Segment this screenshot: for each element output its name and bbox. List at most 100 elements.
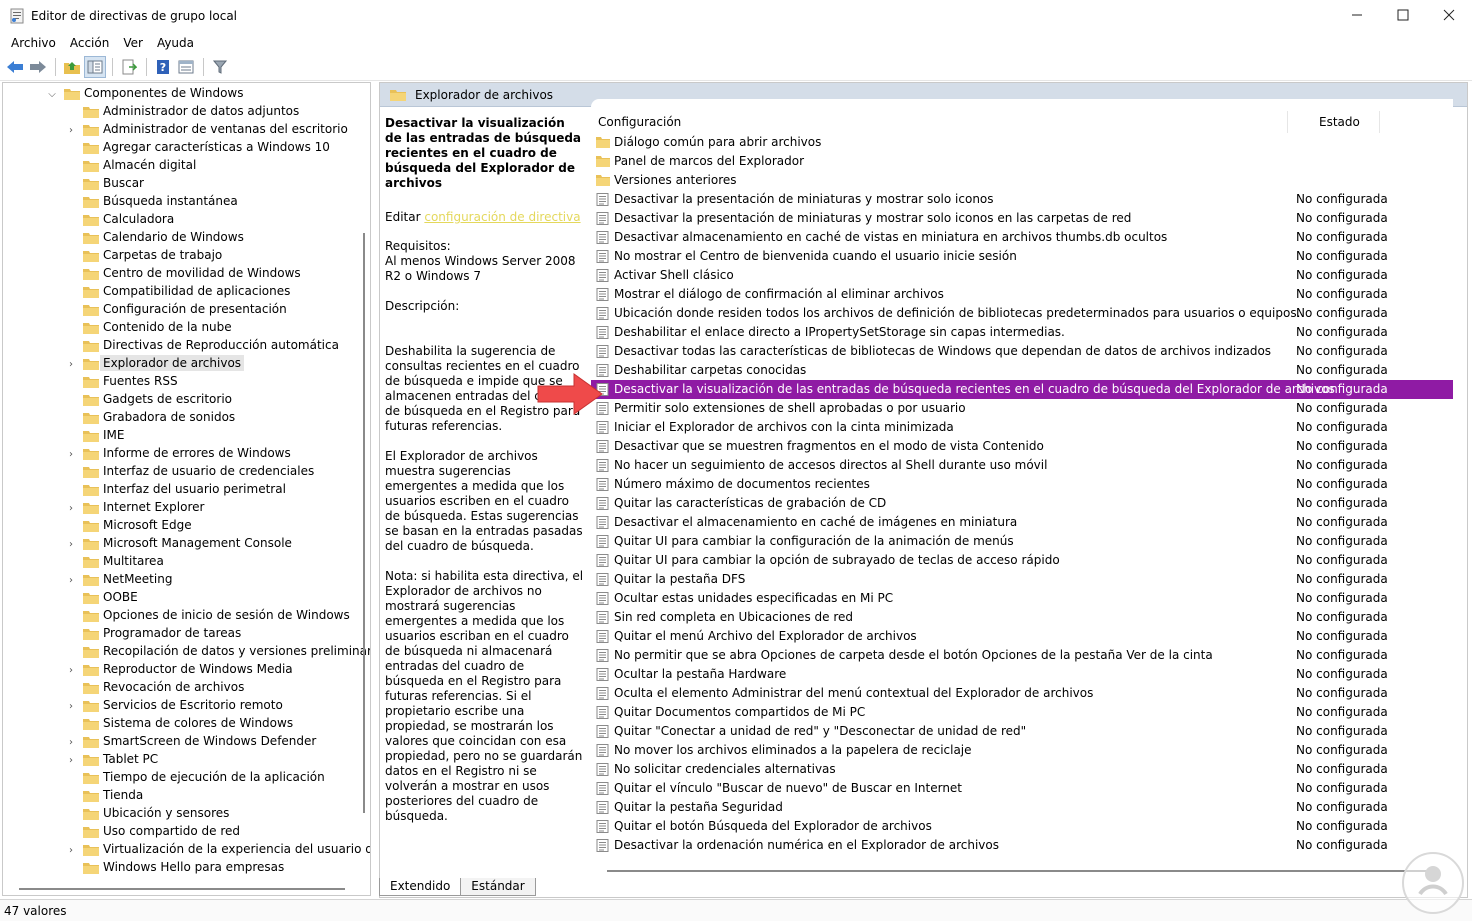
policy-row[interactable]: Desactivar la visualización de las entra… bbox=[591, 380, 1453, 399]
chevron-right-icon[interactable]: › bbox=[66, 755, 76, 766]
column-header-setting[interactable]: Configuración bbox=[598, 115, 681, 129]
tree-item[interactable]: Tiempo de ejecución de la aplicación bbox=[3, 769, 359, 787]
menu-accion[interactable]: Acción bbox=[63, 36, 116, 50]
tree-item[interactable]: › Virtualización de la experiencia del us… bbox=[3, 841, 370, 859]
tree-item[interactable]: Administrador de datos adjuntos bbox=[3, 103, 359, 121]
policy-row[interactable]: No solicitar credenciales alternativas No… bbox=[591, 760, 1453, 779]
tree-item[interactable]: OOBE bbox=[3, 589, 359, 607]
tree-item[interactable]: › Internet Explorer bbox=[3, 499, 359, 517]
tree-item[interactable]: Revocación de archivos bbox=[3, 679, 359, 697]
tree-item[interactable]: Configuración de presentación bbox=[3, 301, 359, 319]
policy-row[interactable]: Quitar UI para cambiar la opción de subr… bbox=[591, 551, 1453, 570]
policy-row[interactable]: Deshabilitar carpetas conocidas No config… bbox=[591, 361, 1453, 380]
chevron-right-icon[interactable]: › bbox=[66, 125, 76, 136]
export-list-icon[interactable] bbox=[118, 56, 140, 78]
policy-row[interactable]: Deshabilitar el enlace directo a IProper… bbox=[591, 323, 1453, 342]
policy-row[interactable]: Desactivar todas las características de … bbox=[591, 342, 1453, 361]
policy-row[interactable]: Ubicación donde residen todos los archiv… bbox=[591, 304, 1453, 323]
tree-item[interactable]: Opciones de inicio de sesión de Windows bbox=[3, 607, 359, 625]
tree-item[interactable]: Calendario de Windows bbox=[3, 229, 359, 247]
tab-estandar[interactable]: Estándar bbox=[460, 878, 536, 896]
tree-item[interactable]: › Explorador de archivos bbox=[3, 355, 359, 373]
tree-item[interactable]: › Microsoft Management Console bbox=[3, 535, 359, 553]
policy-row[interactable]: Quitar el vínculo "Buscar de nuevo" de B… bbox=[591, 779, 1453, 798]
tree-root-item[interactable]: ⌵ Componentes de Windows bbox=[3, 85, 359, 103]
tree-item[interactable]: Fuentes RSS bbox=[3, 373, 359, 391]
properties-icon[interactable] bbox=[175, 56, 197, 78]
minimize-icon[interactable] bbox=[1334, 0, 1380, 30]
policy-row[interactable]: Quitar la pestaña Seguridad No configurad… bbox=[591, 798, 1453, 817]
column-divider[interactable] bbox=[1287, 111, 1288, 133]
tree-item[interactable]: Buscar bbox=[3, 175, 359, 193]
tree-item[interactable]: Multitarea bbox=[3, 553, 359, 571]
tree-item[interactable]: Tienda bbox=[3, 787, 359, 805]
policy-list[interactable]: Configuración Estado Diálogo común para … bbox=[591, 99, 1453, 879]
policy-row[interactable]: Quitar Documentos compartidos de Mi PC No… bbox=[591, 703, 1453, 722]
tree-item[interactable]: Directivas de Reproducción automática bbox=[3, 337, 359, 355]
policy-row[interactable]: Desactivar almacenamiento en caché de vi… bbox=[591, 228, 1453, 247]
tree-item[interactable]: Compatibilidad de aplicaciones bbox=[3, 283, 359, 301]
tree-item[interactable]: Centro de movilidad de Windows bbox=[3, 265, 359, 283]
chevron-right-icon[interactable]: › bbox=[66, 845, 76, 856]
menu-archivo[interactable]: Archivo bbox=[4, 36, 63, 50]
policy-row[interactable]: Oculta el elemento Administrar del menú … bbox=[591, 684, 1453, 703]
tree-item[interactable]: Carpetas de trabajo bbox=[3, 247, 359, 265]
chevron-right-icon[interactable]: › bbox=[66, 575, 76, 586]
tree-item[interactable]: Interfaz del usuario perimetral bbox=[3, 481, 359, 499]
policy-row[interactable]: No mostrar el Centro de bienvenida cuand… bbox=[591, 247, 1453, 266]
policy-row[interactable]: Ocultar estas unidades especificadas en … bbox=[591, 589, 1453, 608]
tree-item[interactable]: Gadgets de escritorio bbox=[3, 391, 359, 409]
tree-item[interactable]: Windows Hello para empresas bbox=[3, 859, 359, 877]
tree-item[interactable]: Recopilación de datos y versiones prelim… bbox=[3, 643, 370, 661]
tree-item[interactable]: Búsqueda instantánea bbox=[3, 193, 359, 211]
tree-item[interactable]: Contenido de la nube bbox=[3, 319, 359, 337]
menu-ver[interactable]: Ver bbox=[116, 36, 150, 50]
policy-row[interactable]: No permitir que se abra Opciones de carp… bbox=[591, 646, 1453, 665]
tree-item[interactable]: Uso compartido de red bbox=[3, 823, 359, 841]
policy-row[interactable]: Desactivar la ordenación numérica en el … bbox=[591, 836, 1453, 855]
filter-icon[interactable] bbox=[209, 56, 231, 78]
chevron-right-icon[interactable]: › bbox=[66, 359, 76, 370]
tree-item[interactable]: › Informe de errores de Windows bbox=[3, 445, 359, 463]
tree-item[interactable]: Grabadora de sonidos bbox=[3, 409, 359, 427]
menu-ayuda[interactable]: Ayuda bbox=[150, 36, 201, 50]
show-hide-tree-icon[interactable] bbox=[84, 55, 106, 78]
help-icon[interactable]: ? bbox=[152, 56, 174, 78]
policy-row[interactable]: Iniciar el Explorador de archivos con la… bbox=[591, 418, 1453, 437]
tree-item[interactable]: › NetMeeting bbox=[3, 571, 359, 589]
list-folder-row[interactable]: Versiones anteriores bbox=[591, 171, 1453, 190]
tree-item[interactable]: Sistema de colores de Windows bbox=[3, 715, 359, 733]
policy-row[interactable]: Quitar el menú Archivo del Explorador de… bbox=[591, 627, 1453, 646]
policy-row[interactable]: Desactivar que se muestren fragmentos en… bbox=[591, 437, 1453, 456]
tree-item[interactable]: Ubicación y sensores bbox=[3, 805, 359, 823]
tree-item[interactable]: › Tablet PC bbox=[3, 751, 359, 769]
chevron-right-icon[interactable]: › bbox=[66, 449, 76, 460]
chevron-right-icon[interactable]: › bbox=[66, 701, 76, 712]
up-folder-icon[interactable] bbox=[61, 56, 83, 78]
tree-horizontal-scrollbar[interactable] bbox=[3, 883, 359, 895]
tree-item[interactable]: Calculadora bbox=[3, 211, 359, 229]
tree-item[interactable]: › Servicios de Escritorio remoto bbox=[3, 697, 359, 715]
policy-row[interactable]: Desactivar la presentación de miniaturas… bbox=[591, 190, 1453, 209]
list-folder-row[interactable]: Diálogo común para abrir archivos bbox=[591, 133, 1453, 152]
tab-extendido[interactable]: Extendido bbox=[379, 878, 462, 896]
chevron-down-icon[interactable]: ⌵ bbox=[47, 89, 57, 100]
policy-row[interactable]: Quitar las características de grabación … bbox=[591, 494, 1453, 513]
tree-item[interactable]: Microsoft Edge bbox=[3, 517, 359, 535]
maximize-icon[interactable] bbox=[1380, 0, 1426, 30]
policy-row[interactable]: Quitar el botón Búsqueda del Explorador … bbox=[591, 817, 1453, 836]
tree-item[interactable]: › Administrador de ventanas del escritori… bbox=[3, 121, 359, 139]
tree-item[interactable]: Agregar características a Windows 10 bbox=[3, 139, 359, 157]
policy-row[interactable]: No mover los archivos eliminados a la pa… bbox=[591, 741, 1453, 760]
navigation-tree[interactable]: ⌵ Componentes de Windows Administrador de … bbox=[2, 82, 371, 896]
tree-item[interactable]: › SmartScreen de Windows Defender bbox=[3, 733, 359, 751]
chevron-right-icon[interactable]: › bbox=[66, 503, 76, 514]
tree-item[interactable]: Interfaz de usuario de credenciales bbox=[3, 463, 359, 481]
tree-item[interactable]: Almacén digital bbox=[3, 157, 359, 175]
close-icon[interactable] bbox=[1426, 0, 1472, 30]
policy-row[interactable]: Mostrar el diálogo de confirmación al el… bbox=[591, 285, 1453, 304]
policy-row[interactable]: Quitar la pestaña DFS No configurada bbox=[591, 570, 1453, 589]
edit-policy-link[interactable]: configuración de directiva bbox=[424, 210, 580, 224]
policy-row[interactable]: Desactivar la presentación de miniaturas… bbox=[591, 209, 1453, 228]
policy-row[interactable]: Ocultar la pestaña Hardware No configurad… bbox=[591, 665, 1453, 684]
